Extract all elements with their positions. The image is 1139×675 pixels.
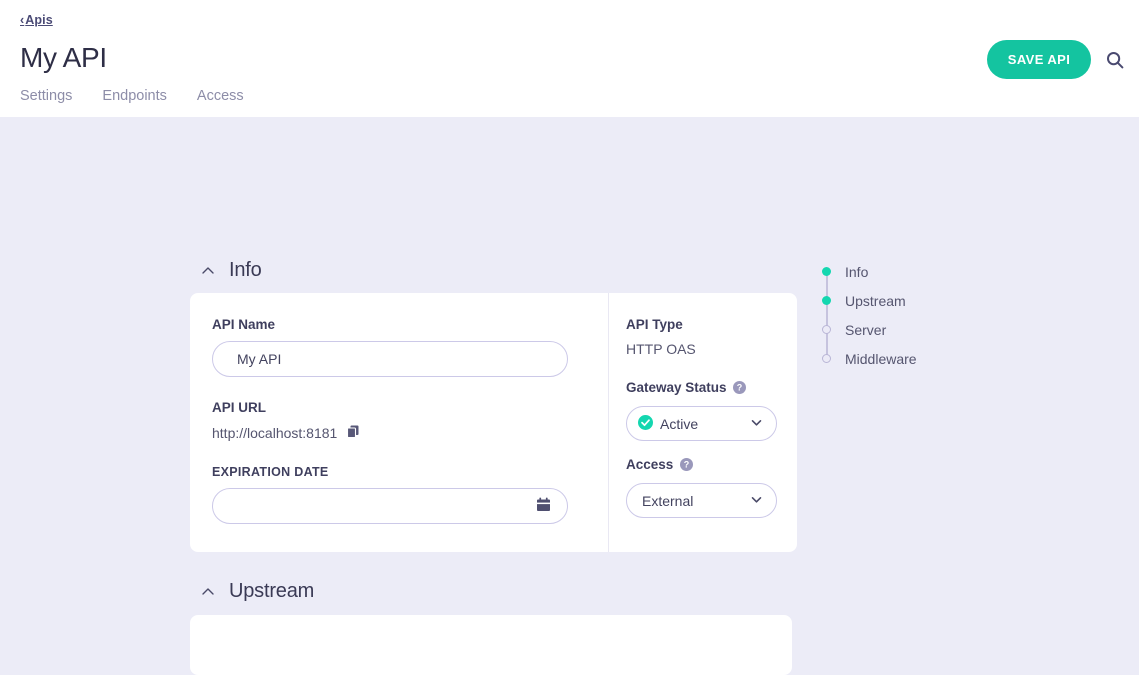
timeline-label: Server	[845, 322, 886, 338]
api-name-value: My API	[237, 351, 281, 367]
chevron-down-icon	[749, 415, 764, 433]
api-url-value: http://localhost:8181	[212, 425, 337, 441]
api-url-row: http://localhost:8181	[212, 424, 586, 442]
breadcrumb-back-link[interactable]: ‹Apis	[20, 13, 53, 27]
breadcrumb-label: Apis	[25, 13, 53, 27]
page-header: ‹Apis My API Settings Endpoints Access S…	[0, 0, 1139, 117]
gateway-status-select[interactable]: Active	[626, 406, 777, 441]
section-header-upstream[interactable]: Upstream	[200, 580, 314, 603]
timeline-label: Middleware	[845, 351, 917, 367]
timeline-item-upstream[interactable]: Upstream	[820, 286, 917, 315]
access-label: Access ?	[626, 457, 797, 474]
chevron-left-icon: ‹	[20, 13, 24, 27]
gateway-status-label: Gateway Status ?	[626, 380, 797, 397]
timeline-label: Info	[845, 264, 868, 280]
tab-access[interactable]: Access	[197, 88, 244, 106]
svg-text:?: ?	[737, 383, 743, 393]
section-title-info: Info	[229, 259, 262, 282]
timeline-item-server[interactable]: Server	[820, 315, 917, 344]
tab-settings[interactable]: Settings	[20, 88, 72, 106]
upstream-card	[190, 615, 792, 675]
timeline-item-info[interactable]: Info	[820, 257, 917, 286]
copy-icon[interactable]	[346, 424, 361, 442]
chevron-up-icon	[200, 584, 216, 600]
search-icon[interactable]	[1105, 50, 1125, 70]
info-card-left-column: API Name My API API URL http://localhost…	[190, 293, 609, 552]
timeline-dot-hollow	[822, 354, 831, 363]
timeline-item-middleware[interactable]: Middleware	[820, 344, 917, 373]
gateway-status-value: Active	[660, 416, 742, 432]
api-type-value: HTTP OAS	[626, 341, 797, 357]
timeline-dot-hollow	[822, 325, 831, 334]
chevron-up-icon	[200, 263, 216, 279]
section-header-info[interactable]: Info	[200, 259, 262, 282]
api-url-label: API URL	[212, 400, 586, 415]
check-circle-icon	[638, 415, 653, 433]
info-card: API Name My API API URL http://localhost…	[190, 293, 797, 552]
svg-text:?: ?	[684, 460, 690, 470]
expiration-date-label: EXPIRATION DATE	[212, 465, 586, 479]
expiration-date-input[interactable]	[212, 488, 568, 524]
save-api-button[interactable]: SAVE API	[987, 40, 1091, 79]
timeline-dot-filled	[822, 267, 831, 276]
content-area: Info API Name My API API URL http://loca…	[0, 117, 1139, 517]
chevron-down-icon	[749, 492, 764, 510]
gateway-status-label-text: Gateway Status	[626, 380, 727, 395]
section-title-upstream: Upstream	[229, 580, 314, 603]
access-value: External	[642, 493, 742, 509]
page-title: My API	[20, 42, 107, 74]
tab-endpoints[interactable]: Endpoints	[102, 88, 167, 106]
help-icon[interactable]: ?	[733, 382, 746, 397]
section-timeline-nav: Info Upstream Server Middleware	[820, 257, 917, 373]
calendar-icon[interactable]	[536, 497, 551, 515]
access-select[interactable]: External	[626, 483, 777, 518]
api-name-input[interactable]: My API	[212, 341, 568, 377]
api-name-label: API Name	[212, 317, 586, 332]
access-label-text: Access	[626, 457, 673, 472]
tab-bar: Settings Endpoints Access	[20, 88, 244, 106]
info-card-right-column: API Type HTTP OAS Gateway Status ?	[609, 293, 797, 552]
api-type-label: API Type	[626, 317, 797, 332]
help-icon[interactable]: ?	[680, 459, 693, 474]
timeline-label: Upstream	[845, 293, 906, 309]
timeline-dot-filled	[822, 296, 831, 305]
